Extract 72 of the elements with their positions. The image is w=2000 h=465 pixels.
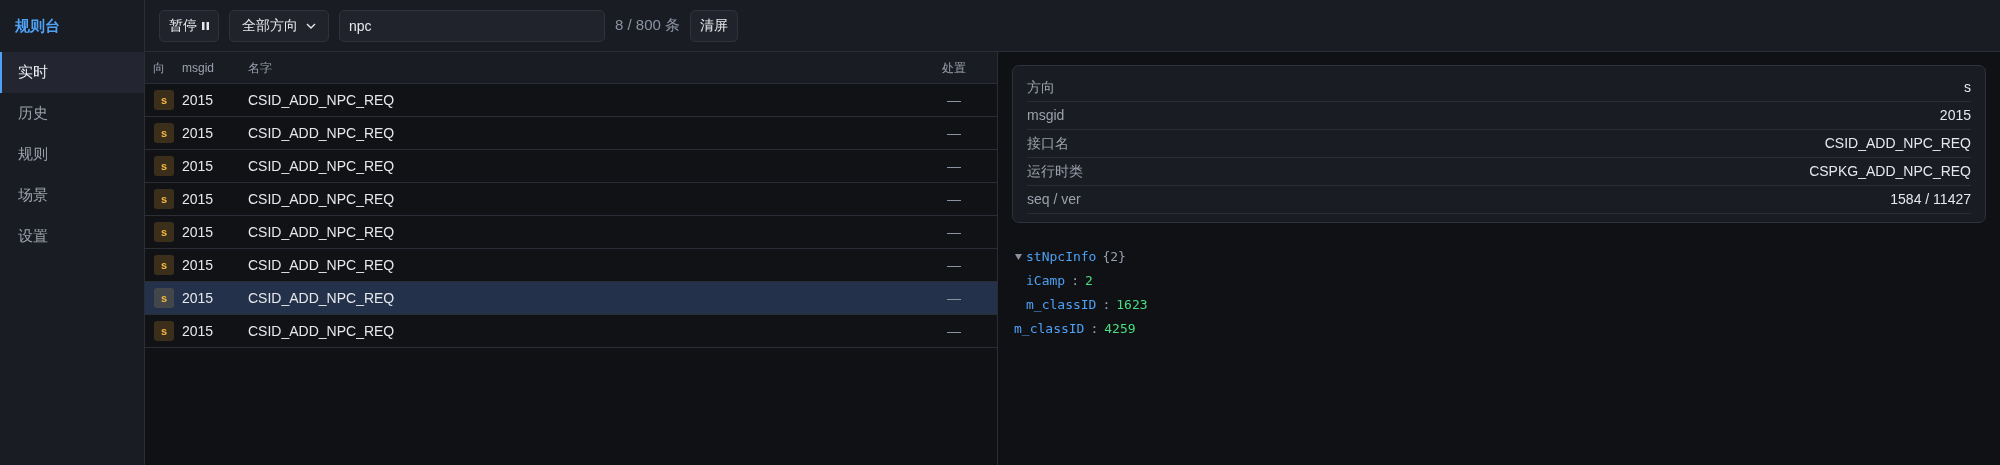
direction-badge: s <box>154 156 174 176</box>
tree-key: stNpcInfo <box>1026 247 1097 267</box>
table-cell-text: 2015 <box>182 288 215 308</box>
table-cell-text: — <box>946 321 962 341</box>
table-cell-text: — <box>946 90 962 110</box>
sidebar-item[interactable]: 设置 <box>0 216 144 257</box>
field-value: 2015 <box>1939 106 1971 125</box>
sidebar-item[interactable]: 实时 <box>0 52 144 93</box>
table-cell-text: 2015 <box>182 222 215 242</box>
table-cell-text: 2015 <box>182 123 215 143</box>
tree-separator: : <box>1071 272 1079 291</box>
table-cell-text: — <box>946 123 962 143</box>
tree-value: 4259 <box>1104 320 1136 339</box>
table-cell-text: 2015 <box>182 90 215 110</box>
table-cell-text: CSID_ADD_NPC_REQ <box>248 123 396 143</box>
field-value: CSID_ADD_NPC_REQ <box>1824 134 1971 153</box>
field-value: 1584 / 11427 <box>1890 190 1971 209</box>
table-cell-text: CSID_ADD_NPC_REQ <box>248 156 396 176</box>
direction-select[interactable]: 全部方向 <box>229 9 329 42</box>
table-cell-text: CSID_ADD_NPC_REQ <box>248 189 396 209</box>
table-cell-text: 2015 <box>182 189 215 209</box>
direction-badge: s <box>154 90 174 110</box>
search-field[interactable]: npc <box>339 9 605 42</box>
table-cell-text: CSID_ADD_NPC_REQ <box>248 288 396 308</box>
tree-value: 2 <box>1084 272 1093 291</box>
table-cell-text: — <box>946 255 962 275</box>
table-cell-text: 2015 <box>182 255 215 275</box>
direction-badge: s <box>154 288 174 308</box>
direction-badge: s <box>154 255 174 275</box>
field-label: 接口名 <box>1027 134 1069 153</box>
tree-key: m_classID <box>1014 319 1085 339</box>
field-label: 运行时类 <box>1027 162 1083 181</box>
field-label: seq / ver <box>1027 190 1081 209</box>
table-cell-text: — <box>946 156 962 176</box>
column-header: 处置 <box>941 59 967 77</box>
app-title: 规则台 <box>15 15 60 36</box>
sidebar-item[interactable]: 规则 <box>0 134 144 175</box>
field-value: s <box>1964 78 1971 97</box>
field-label: 方向 <box>1027 78 1055 97</box>
table-cell-text: 2015 <box>182 321 215 341</box>
direction-badge: s <box>154 189 174 209</box>
column-header: 名字 <box>248 59 273 77</box>
tree-summary: {2} <box>1102 248 1126 267</box>
table-cell-text: 2015 <box>182 156 215 176</box>
direction-badge: s <box>154 222 174 242</box>
table-cell-text: — <box>946 189 962 209</box>
tree-key: iCamp <box>1026 271 1066 291</box>
table-cell-text: CSID_ADD_NPC_REQ <box>248 222 396 242</box>
chevron-down-icon <box>306 22 316 29</box>
tree-separator: : <box>1090 320 1099 339</box>
pause-button[interactable]: 暂停 <box>159 9 219 42</box>
direction-badge: s <box>154 123 174 143</box>
field-label: msgid <box>1027 106 1065 125</box>
table-cell-text: — <box>946 288 962 308</box>
table-cell-text: CSID_ADD_NPC_REQ <box>248 90 396 110</box>
tree-key: m_classID <box>1026 295 1097 315</box>
table-cell-text: CSID_ADD_NPC_REQ <box>248 255 396 275</box>
tree-separator: : <box>1102 296 1111 315</box>
clear-button[interactable]: 清屏 <box>690 9 739 42</box>
record-count: 8 / 800 条 <box>615 15 681 36</box>
caret-icon[interactable] <box>1012 254 1024 260</box>
sidebar-item[interactable]: 历史 <box>0 93 144 134</box>
table-cell-text: CSID_ADD_NPC_REQ <box>248 321 396 341</box>
column-header: msgid <box>182 59 215 77</box>
table-row[interactable]: s 2015 CSID_ADD_NPC_REQ — <box>145 282 997 315</box>
table-cell-text: — <box>946 222 962 242</box>
pause-icon <box>202 21 209 30</box>
sidebar-item[interactable]: 场景 <box>0 175 144 216</box>
column-header: 向 <box>152 59 166 77</box>
tree-value: 1623 <box>1116 296 1148 315</box>
direction-badge: s <box>154 321 174 341</box>
field-value: CSPKG_ADD_NPC_REQ <box>1809 162 1971 181</box>
